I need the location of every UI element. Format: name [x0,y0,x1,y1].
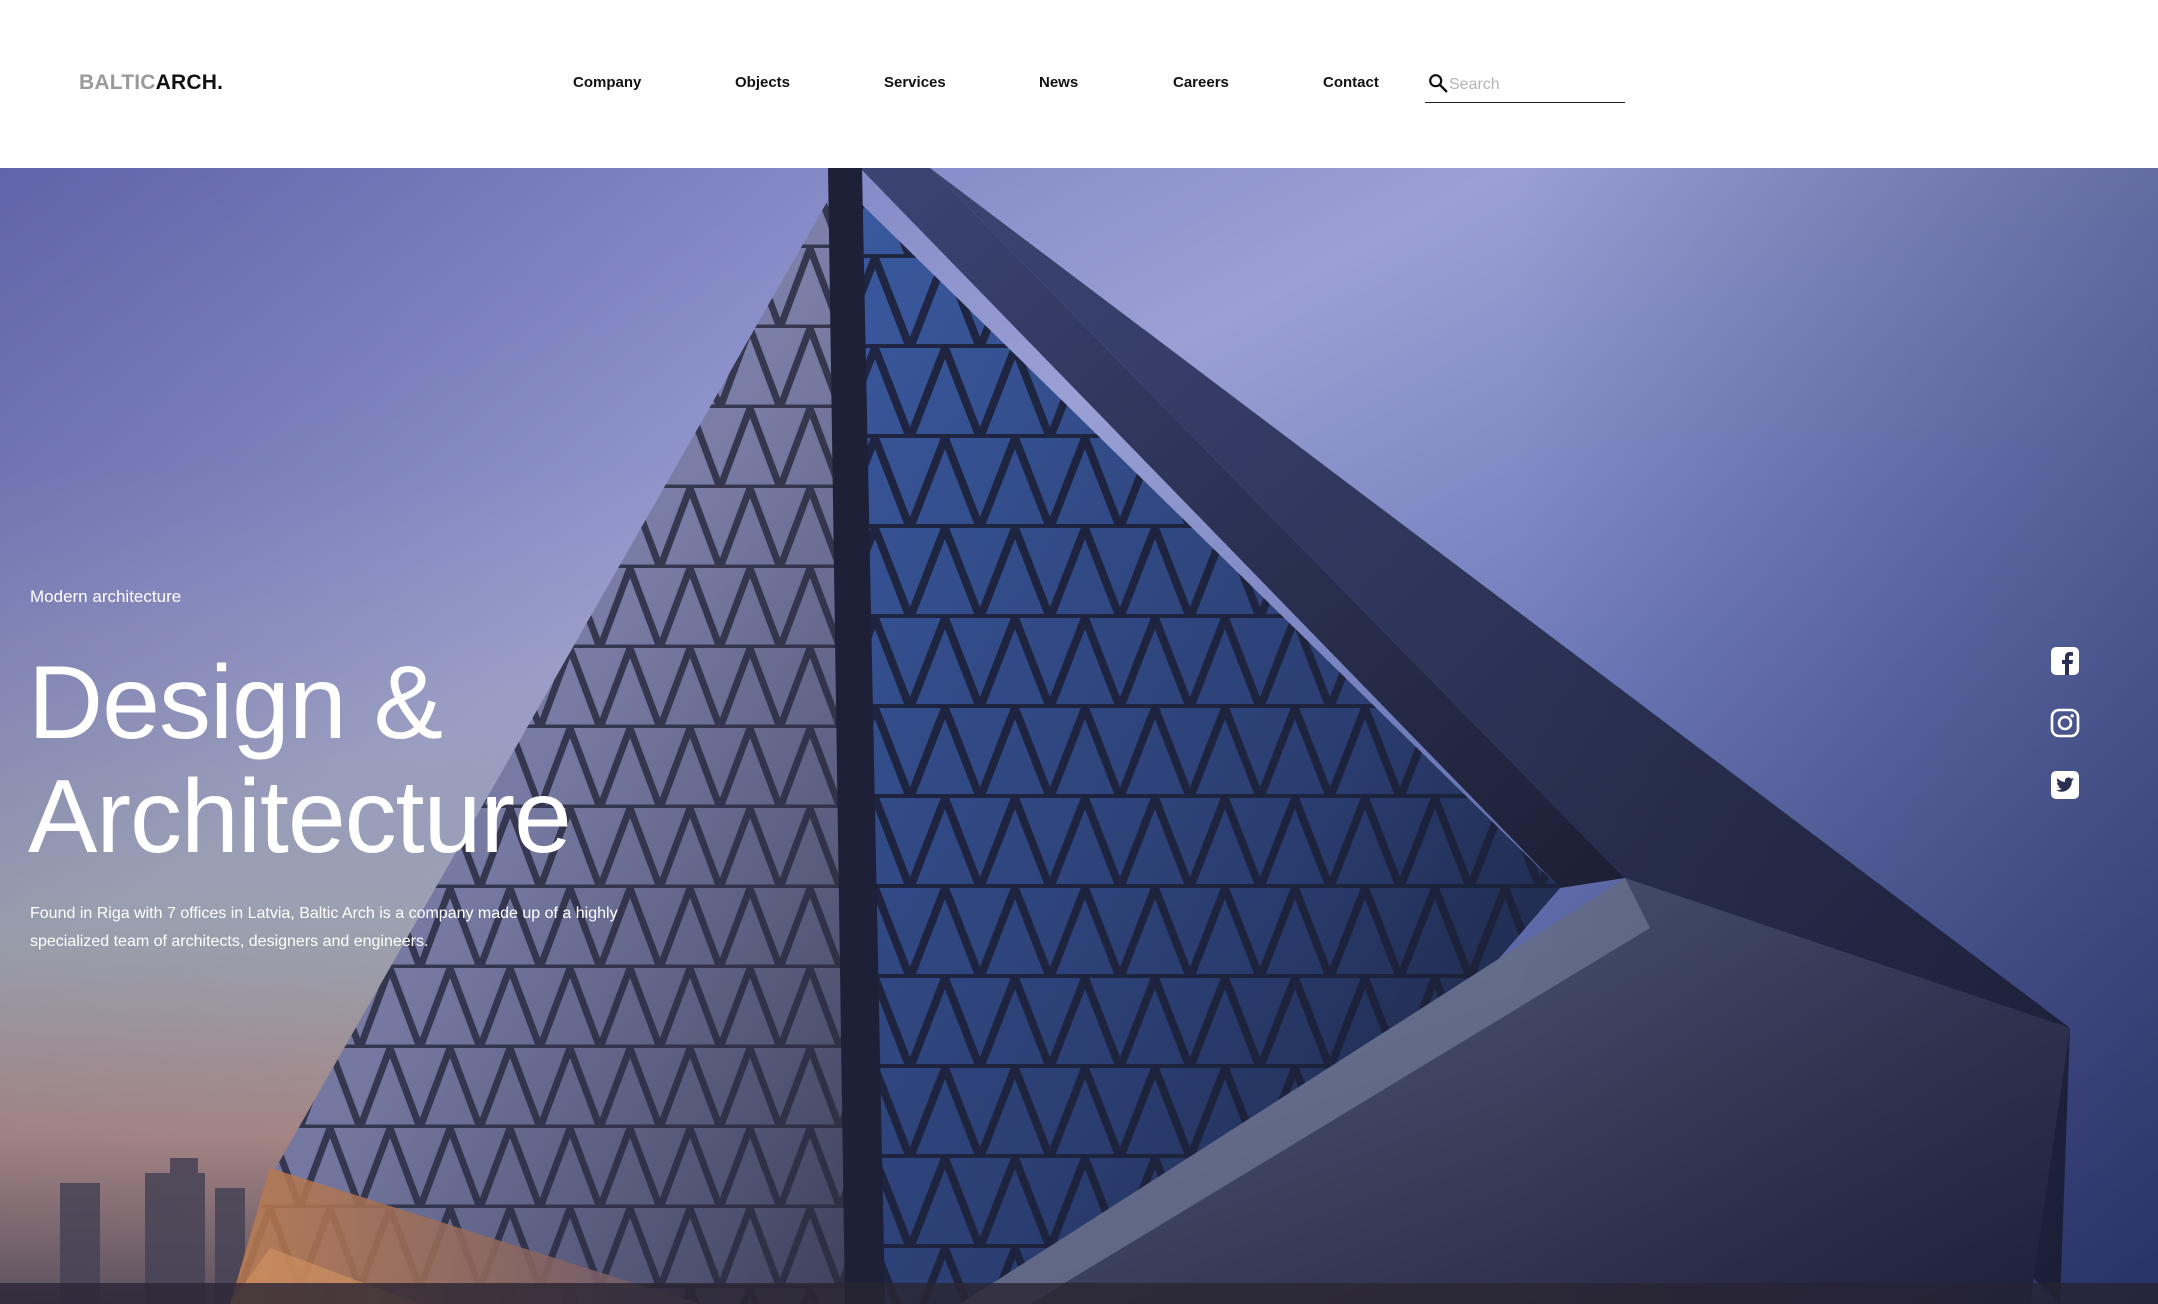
nav-item-objects[interactable]: Objects [735,74,790,91]
search-icon[interactable] [1427,72,1449,94]
hero-headline-line1: Design & [28,645,443,761]
nav-item-news[interactable]: News [1039,74,1078,91]
instagram-icon[interactable] [2050,708,2080,738]
hero-section: Modern architecture Design & Architectur… [0,168,2158,1304]
hero-description: Found in Riga with 7 offices in Latvia, … [30,905,618,950]
nav-item-company[interactable]: Company [573,74,641,91]
twitter-icon[interactable] [2050,770,2080,800]
search-box [1425,70,1625,103]
hero-headline-line2: Architecture [28,759,572,875]
nav-item-careers[interactable]: Careers [1173,74,1229,91]
hero-eyebrow: Modern architecture [30,587,182,606]
hero-headline: Design & Architecture [28,645,572,875]
main-nav: Company Objects Services News Careers Co… [0,74,2158,96]
facebook-icon[interactable] [2050,646,2080,676]
nav-item-services[interactable]: Services [884,74,946,91]
nav-item-contact[interactable]: Contact [1323,74,1379,91]
search-input[interactable] [1449,73,1619,97]
social-links [2050,646,2080,832]
site-header: BALTICARCH. Company Objects Services New… [0,0,2158,168]
